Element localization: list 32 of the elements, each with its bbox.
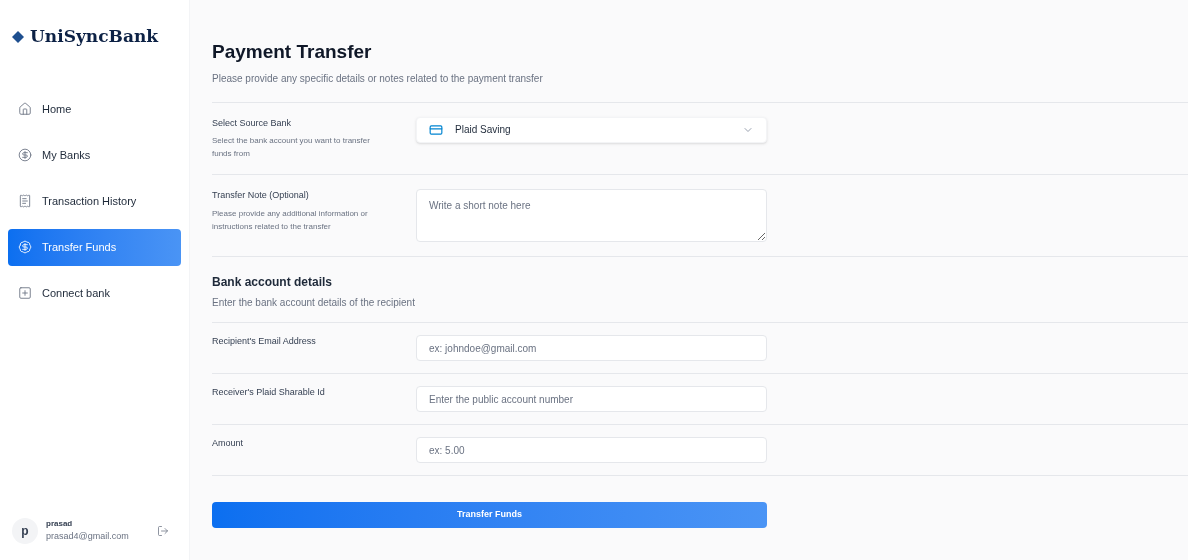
user-avatar: p: [12, 518, 38, 544]
nav-item[interactable]: My Banks: [8, 136, 181, 174]
receipt-icon: [18, 194, 32, 208]
field-description: Select the bank account you want to transfer funds from: [212, 135, 371, 160]
input-field[interactable]: ex: johndoe@gmail.com: [416, 335, 767, 361]
user-name: prasad: [46, 518, 74, 531]
field-label: Amount: [212, 437, 245, 450]
house-icon: [18, 102, 32, 116]
user-email: prasad4@gmail.com: [46, 530, 130, 544]
page-title: Payment Transfer: [212, 40, 373, 64]
page-subtitle: Please provide any specific details or notes related to the payment transfer: [212, 70, 1188, 103]
field-description: Please provide any additional information or instructions related to the transfer: [212, 207, 369, 233]
dollar-circle-icon: [18, 148, 32, 162]
field-label: Recipient's Email Address: [212, 335, 317, 348]
nav-item[interactable]: Home: [8, 90, 181, 128]
field-label: Receiver's Plaid Sharable Id: [212, 386, 326, 399]
card-icon: [429, 122, 443, 137]
diamond-logo-icon: [12, 30, 24, 43]
section-subtitle: Enter the bank account details of the recipient: [212, 296, 416, 310]
bank-select[interactable]: Plaid Saving: [416, 116, 767, 143]
field-label: Select Source Bank: [212, 116, 293, 130]
field-label: Transfer Note (Optional): [212, 189, 310, 202]
nav-item[interactable]: Transaction History: [8, 182, 181, 220]
section-title: Bank account details: [212, 274, 334, 291]
nav-item[interactable]: Connect bank: [8, 274, 181, 312]
note-field[interactable]: Write a short note here: [416, 189, 767, 242]
transfer-funds-button[interactable]: Transfer Funds: [212, 502, 767, 528]
logout-icon[interactable]: [157, 525, 169, 537]
app-logo: UniSyncBank: [30, 25, 159, 48]
nav-item[interactable]: Transfer Funds: [8, 228, 181, 266]
input-field[interactable]: ex: 5.00: [416, 437, 767, 463]
input-field[interactable]: Enter the public account number: [416, 386, 767, 412]
